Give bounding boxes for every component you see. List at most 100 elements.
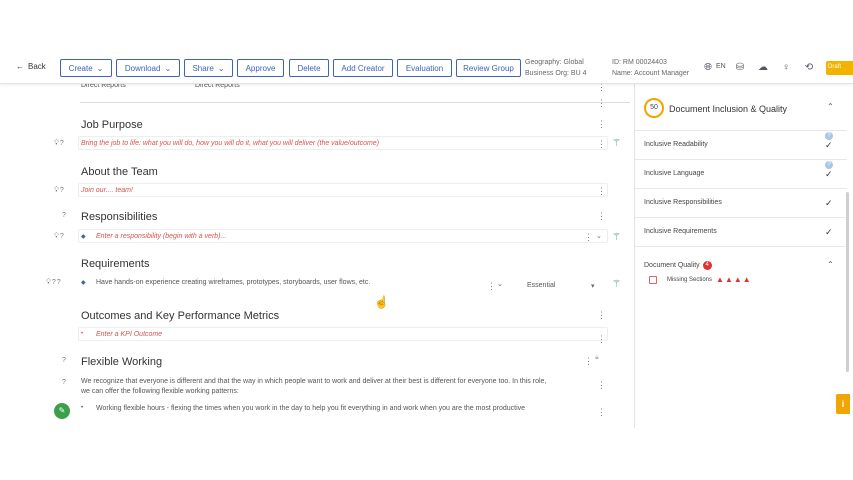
help-icon[interactable]: ? <box>825 132 833 140</box>
download-button[interactable]: Download ⌄ <box>116 59 180 77</box>
quality-score-ring: 50 <box>644 98 664 118</box>
responsibility-placeholder: Enter a responsibility (begin with a ver… <box>96 233 227 240</box>
missing-sections-label: Missing Sections <box>667 276 713 283</box>
panel-item-language[interactable]: Inclusive Language ? ✓ <box>635 159 847 188</box>
checkmark-icon: ✓ <box>825 227 833 237</box>
magic-wand-icon[interactable]: ⚚ <box>612 232 621 243</box>
section-title-responsibilities: Responsibilities <box>81 211 158 223</box>
more-options-icon[interactable]: ⋮ <box>597 211 606 222</box>
job-purpose-placeholder: Bring the job to life: what you will do,… <box>81 140 380 147</box>
create-label: Create <box>68 63 93 73</box>
more-options-icon[interactable]: ⋮ <box>597 407 606 418</box>
divider <box>635 246 847 247</box>
lock-icon: 🔒︎ <box>595 354 599 361</box>
magic-wand-icon[interactable]: ⚚ <box>612 138 621 149</box>
more-options-icon[interactable]: ⋮ <box>597 334 606 345</box>
warning-icons: ▲▲▲▲ <box>716 275 752 284</box>
download-label: Download <box>124 63 161 73</box>
field-help-icons[interactable]: 💡︎?? <box>46 279 62 287</box>
more-options-icon[interactable]: ⋮ <box>584 232 593 243</box>
field-help-icons[interactable]: 💡︎? <box>54 233 65 241</box>
section-title-flexible-working: Flexible Working <box>81 356 163 368</box>
flexible-working-text-line1[interactable]: We recognize that everyone is different … <box>81 377 546 387</box>
review-group-button[interactable]: Review Group <box>456 59 521 77</box>
globe-icon[interactable]: 🌐︎ <box>702 62 714 74</box>
back-label: Back <box>28 62 46 71</box>
diamond-bullet-icon: ◆ <box>81 234 86 240</box>
evaluation-button[interactable]: Evaluation <box>397 59 452 77</box>
more-options-icon[interactable]: ⋮ <box>597 119 606 130</box>
chevron-down-icon: ⌄ <box>96 63 104 73</box>
flexible-working-item[interactable]: Working flexible hours - flexing the tim… <box>96 404 525 414</box>
database-icon[interactable]: ⛁ <box>734 62 746 74</box>
arrow-left-icon: ← <box>16 62 24 71</box>
share-label: Share <box>192 63 214 73</box>
panel-item-responsibilities[interactable]: Inclusive Responsibilities ✓ <box>635 188 847 217</box>
bullet-icon: • <box>81 331 84 337</box>
flexible-working-text-line2[interactable]: we can offer the following flexible work… <box>81 387 239 397</box>
checkmark-icon: ✓ <box>825 169 833 179</box>
panel-scrollbar[interactable] <box>846 192 849 372</box>
lightbulb-icon[interactable]: ♀ <box>780 62 792 74</box>
chevron-down-icon[interactable]: ⌄ <box>497 280 503 288</box>
requirement-level-select[interactable]: Essential <box>527 282 555 289</box>
more-options-icon[interactable]: ⋮ <box>597 186 606 197</box>
field-help-icons[interactable]: 💡︎? <box>54 140 65 148</box>
field-help-icons[interactable]: 💡︎? <box>54 187 65 195</box>
panel-title: Document Inclusion & Quality <box>669 104 788 114</box>
help-icon[interactable]: ? <box>62 212 67 219</box>
panel-item-readability[interactable]: Inclusive Readability ? ✓ <box>635 130 847 159</box>
history-icon[interactable]: ⟲ <box>803 62 815 74</box>
back-button[interactable]: ← Back <box>16 62 46 71</box>
doc-name-text: Name: Account Manager <box>612 70 690 77</box>
doc-id-text: ID: RM 00024403 <box>612 59 667 66</box>
panel-item-label: Inclusive Responsibilities <box>644 199 722 206</box>
diamond-bullet-icon: ◆ <box>81 280 86 286</box>
geography-text: Geography: Global <box>525 59 584 66</box>
help-icon[interactable]: ? <box>62 357 67 364</box>
business-org-text: Business Org: BU 4 <box>525 70 587 77</box>
chevron-down-icon[interactable]: ⌄ <box>596 232 602 240</box>
info-tab-button[interactable]: i <box>836 394 850 414</box>
more-options-icon[interactable]: ⋮ <box>597 310 606 321</box>
document-quality-header[interactable]: Document Quality 4 <box>644 261 712 270</box>
section-title-about-team: About the Team <box>81 166 158 178</box>
help-icon[interactable]: ? <box>62 379 67 386</box>
magic-wand-icon[interactable]: ⚚ <box>612 279 621 290</box>
approve-button[interactable]: Approve <box>237 59 284 77</box>
delete-button[interactable]: Delete <box>289 59 329 77</box>
missing-sections-checkbox[interactable] <box>649 275 657 284</box>
kpi-outcome-placeholder: Enter a KPI Outcome <box>96 331 163 338</box>
doc-info: ID: RM 00024403 Name: Account Manager <box>612 57 689 79</box>
select-caret-icon[interactable]: ▾ <box>591 282 595 290</box>
add-creator-button[interactable]: Add Creator <box>333 59 393 77</box>
about-team-placeholder: Join our.... team! <box>81 187 133 194</box>
missing-sections-row[interactable]: Missing Sections ▲▲▲▲ <box>649 275 752 284</box>
collapse-panel-icon[interactable]: ⌃ <box>827 102 834 111</box>
requirement-text[interactable]: Have hands-on experience creating wirefr… <box>96 278 370 288</box>
more-options-icon[interactable]: ⋮ <box>584 356 593 367</box>
cloud-upload-icon[interactable]: ☁ <box>757 62 769 74</box>
org-info: Geography: Global Business Org: BU 4 <box>525 57 586 79</box>
checkmark-icon: ✓ <box>825 198 833 208</box>
more-options-icon[interactable]: ⋮ <box>487 281 496 292</box>
more-options-icon[interactable]: ⋮ <box>597 98 606 109</box>
collapse-quality-icon[interactable]: ⌃ <box>827 260 834 269</box>
document-quality-label: Document Quality <box>644 262 700 269</box>
document-editor: Direct Reports Direct Reports ⋮ ⋮ Job Pu… <box>40 82 630 428</box>
hand-cursor-icon: ☝ <box>374 295 389 309</box>
about-team-field[interactable] <box>78 183 608 197</box>
more-options-icon[interactable]: ⋮ <box>597 139 606 150</box>
assistant-fab-button[interactable]: ✎ <box>54 403 70 419</box>
inclusion-quality-panel: 50 Document Inclusion & Quality ⌃ Inclus… <box>634 84 847 428</box>
share-button[interactable]: Share ⌄ <box>184 59 233 77</box>
help-icon[interactable]: ? <box>825 161 833 169</box>
panel-item-requirements[interactable]: Inclusive Requirements ✓ <box>635 217 847 246</box>
create-button[interactable]: Create ⌄ <box>60 59 112 77</box>
draft-status-badge: Draft <box>826 61 853 75</box>
language-label: EN <box>716 63 726 70</box>
bullet-icon: • <box>81 405 84 411</box>
toolbar: ← Back Create ⌄ Download ⌄ Share ⌄ Appro… <box>0 52 853 84</box>
more-options-icon[interactable]: ⋮ <box>597 380 606 391</box>
chevron-down-icon: ⌄ <box>164 63 172 73</box>
